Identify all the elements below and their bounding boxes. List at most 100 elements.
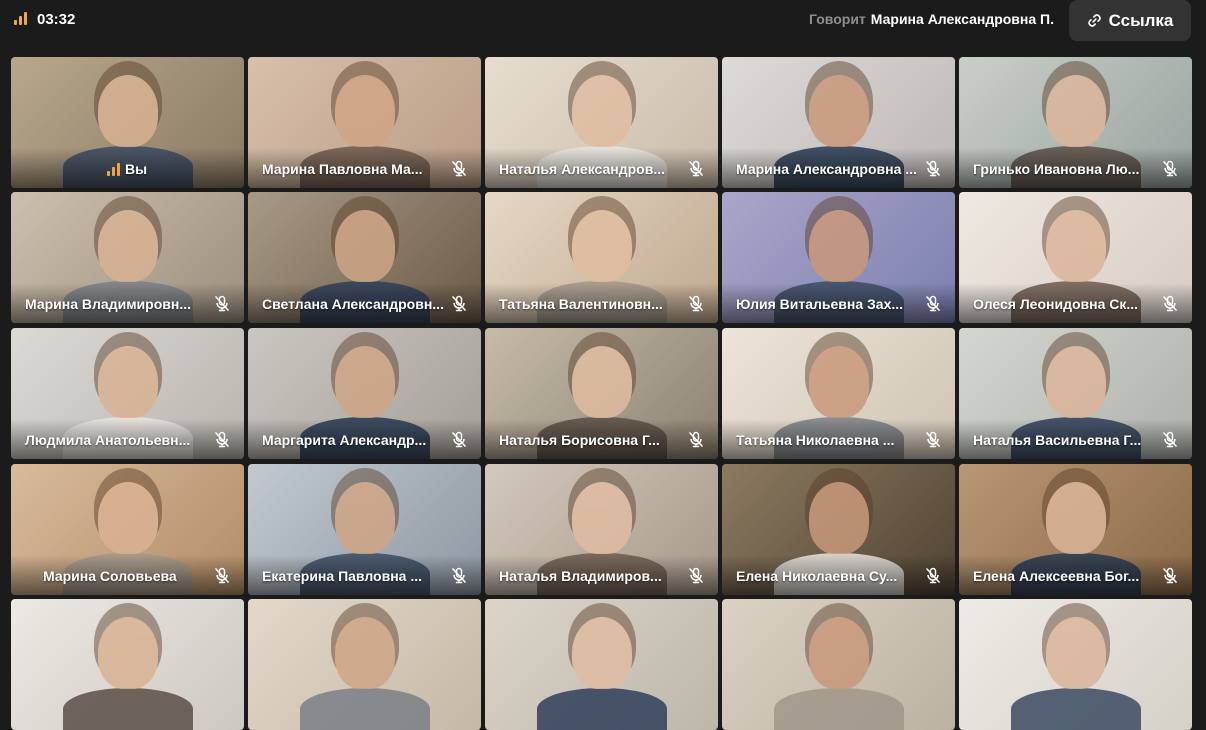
- participant-name: Марина Владимировн...: [25, 296, 191, 312]
- participant-silhouette: [773, 688, 904, 730]
- participant-name: Марина Соловьева: [43, 568, 177, 584]
- participant-face: [97, 346, 158, 418]
- participant-video-tile[interactable]: [248, 599, 481, 730]
- participant-video-tile[interactable]: [722, 599, 955, 730]
- mic-off-icon: [925, 431, 941, 448]
- participant-name: Маргарита Александр...: [262, 432, 427, 448]
- participant-video-tile[interactable]: Татьяна Валентиновн...: [485, 192, 718, 323]
- participant-video-tile[interactable]: Наталья Александров...: [485, 57, 718, 188]
- signal-strength-icon: [14, 12, 28, 25]
- participant-name: Елена Алексеевна Бог...: [973, 568, 1140, 584]
- participant-face: [97, 617, 158, 689]
- mic-off-icon: [1162, 567, 1178, 584]
- participant-face: [808, 482, 869, 554]
- participant-name: Наталья Борисовна Г...: [499, 432, 660, 448]
- top-status-bar: 03:32 Говорит Марина Александровна П. Ссы…: [0, 0, 1206, 44]
- participant-video-tile[interactable]: [11, 599, 244, 730]
- self-indicator: Вы: [107, 161, 147, 177]
- participant-video-tile[interactable]: Марина Соловьева: [11, 464, 244, 595]
- participant-face: [1045, 210, 1106, 282]
- participant-video-tile[interactable]: [485, 599, 718, 730]
- participant-silhouette: [1010, 688, 1141, 730]
- self-video-tile[interactable]: Вы: [11, 57, 244, 188]
- mic-off-icon: [688, 567, 704, 584]
- participant-face: [334, 210, 395, 282]
- participant-video-tile[interactable]: Наталья Васильевна Г...: [959, 328, 1192, 459]
- mic-off-icon: [925, 160, 941, 177]
- participant-name: Марина Александровна ...: [736, 161, 917, 177]
- active-speaker-indicator: Говорит Марина Александровна П.: [809, 11, 1054, 27]
- participant-name: Людмила Анатольевн...: [25, 432, 191, 448]
- mic-off-icon: [451, 431, 467, 448]
- self-label: Вы: [125, 161, 148, 177]
- participant-face: [808, 346, 869, 418]
- participant-face: [571, 617, 632, 689]
- mic-off-icon: [451, 295, 467, 312]
- participant-name: Наталья Васильевна Г...: [973, 432, 1142, 448]
- participant-face: [571, 346, 632, 418]
- participant-silhouette: [62, 688, 193, 730]
- participant-name: Светлана Александровн...: [262, 296, 444, 312]
- participant-video-tile[interactable]: Екатерина Павловна ...: [248, 464, 481, 595]
- mic-off-icon: [1162, 431, 1178, 448]
- participant-name: Татьяна Николаевна ...: [736, 432, 895, 448]
- participant-face: [97, 210, 158, 282]
- participant-video-tile[interactable]: Елена Алексеевна Бог...: [959, 464, 1192, 595]
- participant-video-tile[interactable]: Елена Николаевна Су...: [722, 464, 955, 595]
- participant-name: Марина Павловна Ма...: [262, 161, 423, 177]
- participant-face: [571, 75, 632, 147]
- participant-name: Елена Николаевна Су...: [736, 568, 898, 584]
- participant-video-tile[interactable]: Наталья Борисовна Г...: [485, 328, 718, 459]
- participant-face: [808, 210, 869, 282]
- participant-video-tile[interactable]: Гринько Ивановна Лю...: [959, 57, 1192, 188]
- mic-off-icon: [214, 295, 230, 312]
- mic-off-icon: [214, 567, 230, 584]
- mic-off-icon: [925, 567, 941, 584]
- participant-video-tile[interactable]: Юлия Витальевна Зах...: [722, 192, 955, 323]
- mic-off-icon: [688, 431, 704, 448]
- mic-off-icon: [451, 160, 467, 177]
- mic-off-icon: [214, 431, 230, 448]
- participant-name: Екатерина Павловна ...: [262, 568, 423, 584]
- participant-silhouette: [536, 688, 667, 730]
- participant-name: Олеся Леонидовна Ск...: [973, 296, 1139, 312]
- participant-video-tile[interactable]: Олеся Леонидовна Ск...: [959, 192, 1192, 323]
- link-button-label: Ссылка: [1108, 10, 1174, 30]
- participant-face: [1045, 482, 1106, 554]
- participant-face: [571, 482, 632, 554]
- participant-video-tile[interactable]: Марина Александровна ...: [722, 57, 955, 188]
- mic-off-icon: [1162, 295, 1178, 312]
- participant-name: Наталья Владимиров...: [499, 568, 662, 584]
- participant-name: Гринько Ивановна Лю...: [973, 161, 1140, 177]
- mic-off-icon: [688, 295, 704, 312]
- link-icon: [1087, 14, 1101, 27]
- participant-face: [334, 617, 395, 689]
- participant-face: [97, 482, 158, 554]
- participant-video-tile[interactable]: Марина Павловна Ма...: [248, 57, 481, 188]
- participant-video-tile[interactable]: Светлана Александровн...: [248, 192, 481, 323]
- participant-video-tile[interactable]: Наталья Владимиров...: [485, 464, 718, 595]
- mic-off-icon: [1162, 160, 1178, 177]
- signal-strength-icon: [107, 162, 120, 176]
- participant-silhouette: [299, 688, 430, 730]
- speaking-label: Говорит: [809, 11, 866, 27]
- participant-face: [808, 75, 869, 147]
- participant-face: [1045, 617, 1106, 689]
- participant-name: Юлия Витальевна Зах...: [736, 296, 904, 312]
- participant-face: [334, 75, 395, 147]
- participant-video-tile[interactable]: Татьяна Николаевна ...: [722, 328, 955, 459]
- participant-video-tile[interactable]: Маргарита Александр...: [248, 328, 481, 459]
- link-button[interactable]: Ссылка: [1069, 0, 1191, 41]
- participant-name: Наталья Александров...: [499, 161, 665, 177]
- mic-off-icon: [451, 567, 467, 584]
- participant-face: [334, 482, 395, 554]
- call-timer: 03:32: [37, 11, 76, 28]
- participant-face: [571, 210, 632, 282]
- participant-face: [1045, 346, 1106, 418]
- participant-video-tile[interactable]: [959, 599, 1192, 730]
- speaking-name: Марина Александровна П.: [870, 11, 1054, 27]
- participant-face: [334, 346, 395, 418]
- participant-video-tile[interactable]: Марина Владимировн...: [11, 192, 244, 323]
- participant-face: [808, 617, 869, 689]
- participant-video-tile[interactable]: Людмила Анатольевн...: [11, 328, 244, 459]
